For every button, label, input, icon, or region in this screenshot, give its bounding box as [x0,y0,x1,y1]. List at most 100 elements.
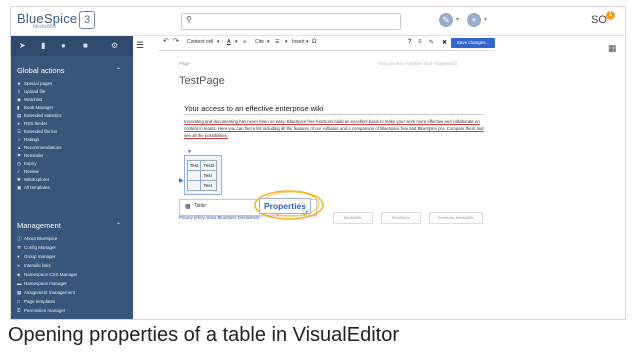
footer-badge-bluespice[interactable]: BlueSpice [381,212,421,224]
assign-icon: ▦ [17,290,22,295]
save-button[interactable]: Save changes... [451,38,495,48]
chevron-down-icon[interactable]: ▾ [456,16,459,23]
table-cell[interactable] [186,170,202,181]
flag-icon: ⚑ [17,153,22,158]
notification-badge[interactable]: 1 [606,11,615,20]
chevron-down-icon[interactable]: ▾ [217,39,220,45]
navigation-icon[interactable]: ➤ [19,41,26,50]
sidebar-item-rss-feeder[interactable]: ◕ RSS feeder [17,121,47,126]
compass-icon: ✺ [17,177,21,182]
special-character-button[interactable]: Ω [312,39,317,45]
book-icon: ▮ [17,105,20,110]
sidebar-item-config-manager[interactable]: ⚒ Config Manager [17,245,56,251]
sidebar-item-ratings[interactable]: ☆ Ratings [17,137,39,143]
section-global-actions[interactable]: Global actions [17,66,65,75]
thumb-icon: ▲ [17,145,22,150]
sidebar-item-about-bluespice[interactable]: ⓘ About BlueSpice [17,236,57,242]
chevron-down-icon[interactable]: ▼ [187,149,192,155]
list-icon: ☰ [17,129,22,134]
table-row: Test Test2 [186,160,218,171]
text-style-button[interactable]: A [227,39,231,45]
table-cell[interactable]: Test2 [200,160,218,171]
top-bar: BlueSpice MediaWiki 3 ⚲ ✎ ▾ + ▾ SO 1 [11,7,625,36]
user-avatar[interactable]: SO [591,14,607,26]
users-icon: ● [17,254,20,259]
sidebar-item-book-manager[interactable]: ▮ Book Manager [17,105,53,111]
chevron-down-icon[interactable]: ▾ [484,16,487,23]
table-row: Test [186,180,218,191]
star-icon: ☆ [17,137,22,142]
clock-icon: ◷ [17,161,21,166]
caption: Opening properties of a table in VisualE… [8,324,399,346]
chevron-up-icon[interactable]: ⌃ [116,222,121,229]
section-management[interactable]: Management [17,221,61,230]
edit-mode-icon[interactable]: ✎ [429,39,434,46]
table-cell[interactable]: Test [200,180,218,191]
footer-links[interactable]: Privacy policy About BlueSpice Disclaime… [179,215,259,220]
sidebar-item-review[interactable]: ✓ Review [17,169,39,175]
footer-badge-mediawiki[interactable]: MediaWiki [333,212,373,224]
close-icon[interactable]: ✖ [442,39,447,46]
chevron-down-icon[interactable]: ▾ [285,39,288,45]
sidebar-item-namespace-manager[interactable]: ▬ Namespace manager [17,281,67,286]
logo[interactable]: BlueSpice MediaWiki 3 [17,10,117,32]
star-icon: ★ [17,81,22,86]
sidebar-item-recommendations[interactable]: ▲ Recommendations [17,145,62,150]
sidebar-item-assignment-management[interactable]: ▦ Assignment management [17,290,75,296]
sidebar-item-interwiki-links[interactable]: ∞ Interwiki links [17,263,51,268]
menu-toggle-icon[interactable]: ☰ [136,40,144,51]
folder-icon: ▬ [17,281,22,286]
sidebar-item-watchlist[interactable]: ◉ Watchlist [17,97,42,103]
sidebar-item-upload-file[interactable]: ⇧ Upload file [17,89,45,95]
content-table[interactable]: Test Test2 Test Test [186,160,218,191]
screenshot-frame: BlueSpice MediaWiki 3 ⚲ ✎ ▾ + ▾ SO 1 ➤ ▮… [0,0,635,360]
table-cell[interactable] [186,180,202,191]
sidebar-item-page-templates[interactable]: □ Page templates [17,299,55,304]
logo-mark: 3 [79,11,95,29]
help-button[interactable]: ? [408,39,412,45]
paragraph-format-dropdown[interactable]: Content cell [187,39,213,45]
book-icon[interactable]: ▮ [41,41,45,50]
trash-icon[interactable]: ■ [83,41,88,50]
upload-icon: ⇧ [17,89,21,94]
sidebar-item-extended-file-list[interactable]: ☰ Extended file list [17,129,57,135]
undo-button[interactable]: ↶ [163,37,169,45]
sidebar-item-special-pages[interactable]: ★ Special pages [17,81,52,87]
wiki-window: BlueSpice MediaWiki 3 ⚲ ✎ ▾ + ▾ SO 1 ➤ ▮… [10,6,626,320]
sidebar-item-reminder[interactable]: ⚑ Reminder [17,153,44,159]
chevron-up-icon[interactable]: ⌃ [116,67,121,74]
apps-grid-icon[interactable]: ▦ [608,43,617,54]
rss-icon: ◕ [17,121,20,126]
footer-badge-semantic-mediawiki[interactable]: Semantic MediaWiki [429,212,483,224]
add-icon[interactable]: + [467,13,481,27]
chevron-right-icon[interactable]: ▶ [179,177,184,184]
sidebar-item-all-templates[interactable]: ▣ All templates [17,185,50,191]
sidebar-item-wikiexplorer[interactable]: ✺ WikiExplorer [17,177,49,183]
search-input[interactable]: ⚲ [181,13,401,30]
gear-icon[interactable]: ⚙ [111,41,118,50]
page-actions[interactable]: Discuss and Activities Mod (Appended) [379,61,457,66]
sidebar-item-group-manager[interactable]: ● Group manager [17,254,56,259]
table-cell[interactable]: Test [200,170,218,181]
chevron-down-icon[interactable]: ▾ [306,39,309,45]
insert-button[interactable]: Insert [292,39,305,45]
table-icon: ▦ [185,204,191,210]
cite-button[interactable]: Cite [255,39,264,45]
link-icon[interactable]: ∞ [243,39,247,45]
hand-cursor-icon: ☞ [302,207,311,217]
chevron-down-icon[interactable]: ▾ [235,39,238,45]
user-icon[interactable]: ● [61,41,66,50]
wrench-icon: ⚒ [17,245,22,250]
new-content-icon[interactable]: ✎ [439,13,453,27]
breadcrumb[interactable]: Page [179,61,190,66]
list-icon[interactable]: ☰ [275,39,279,45]
eye-icon: ◉ [17,97,21,102]
sidebar-item-extended-statistics[interactable]: ▤ Extended statistics [17,113,62,119]
page-options-button[interactable]: ≡ [418,39,422,45]
chevron-down-icon[interactable]: ▾ [267,39,270,45]
sidebar-item-permission-manager[interactable]: ⚿ Permission manager [17,308,65,313]
redo-button[interactable]: ↷ [173,37,179,45]
sidebar-item-namespace-css-manager[interactable]: ◈ Namespace CSS Manager [17,272,78,278]
sidebar-item-expiry[interactable]: ◷ Expiry [17,161,37,167]
table-cell[interactable]: Test [186,160,202,171]
